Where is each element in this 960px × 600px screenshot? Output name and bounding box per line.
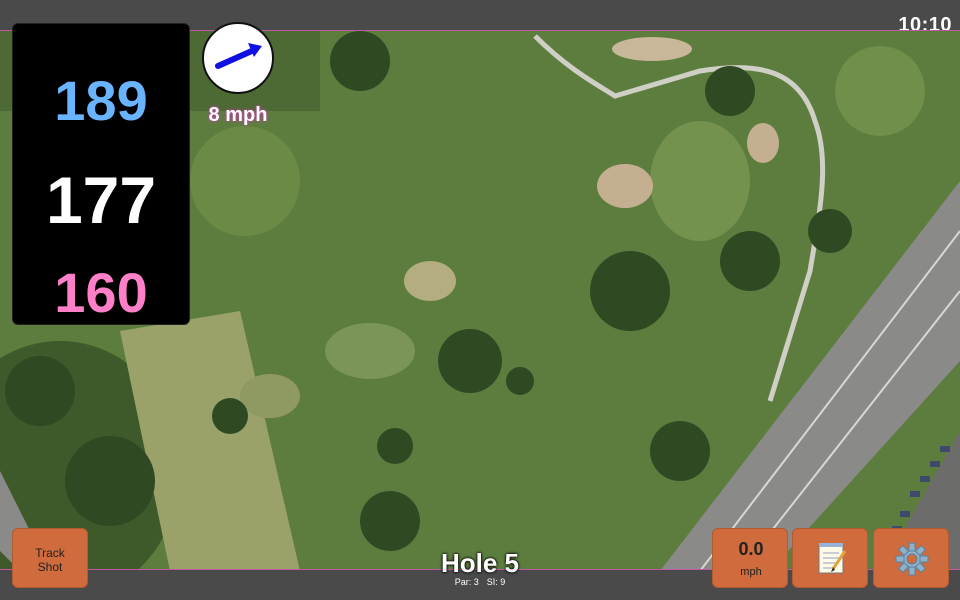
- front-distance: 160: [54, 261, 148, 324]
- notepad-icon: [818, 543, 847, 574]
- distance-panel[interactable]: 189 177 160: [12, 23, 190, 325]
- notes-button[interactable]: [792, 528, 868, 588]
- speed-value: 0.0: [738, 539, 764, 559]
- settings-button[interactable]: [873, 528, 949, 588]
- hole-stroke-index: SI: 9: [486, 577, 506, 587]
- back-distance: 189: [54, 69, 148, 132]
- gear-icon: [895, 542, 929, 576]
- wind-speed-label: 8 mph: [208, 104, 268, 126]
- track-shot-label-line1: Track: [35, 546, 65, 560]
- middle-distance: 177: [45, 163, 157, 237]
- hole-info: Par: 3 SI: 9: [380, 577, 580, 587]
- hole-title: Hole 5: [440, 548, 520, 578]
- track-shot-button[interactable]: Track Shot: [12, 528, 88, 588]
- wind-direction-arrow-icon: [215, 43, 262, 69]
- speed-unit: mph: [740, 566, 762, 578]
- speed-button[interactable]: 0.0 mph: [712, 528, 788, 588]
- track-shot-label-line2: Shot: [37, 560, 63, 574]
- wind-direction-indicator: [202, 22, 274, 94]
- hole-par: Par: 3: [454, 577, 479, 587]
